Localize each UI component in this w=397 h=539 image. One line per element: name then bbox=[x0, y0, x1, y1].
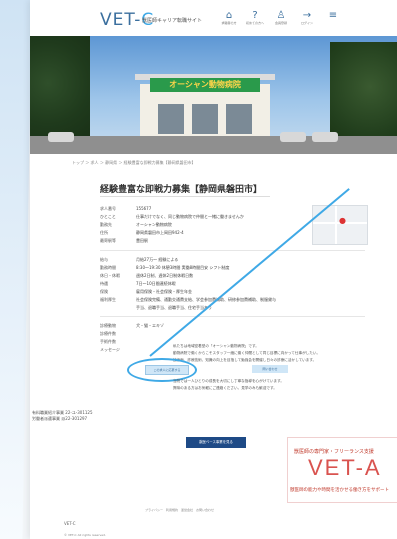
logo-text: VET- bbox=[100, 10, 142, 30]
info-row: 求人番号 155677 bbox=[100, 205, 244, 213]
logo-subtitle: 獣医師キャリア転職サイト bbox=[142, 18, 203, 24]
job-title: 経験豊富な即戦力募集【静岡県磐田市】 bbox=[100, 185, 263, 195]
nav-menu[interactable]: ≡ bbox=[324, 10, 342, 25]
nav-register[interactable]: ♙ 会員登録 bbox=[272, 10, 290, 25]
footer-copyright: © VET-C All rights reserved. bbox=[64, 533, 106, 537]
info-key: 最寄駅等 bbox=[100, 238, 116, 243]
header-nav: ⌂ 求職者の方 ? 初めての方へ ♙ 会員登録 → ログイン ≡ bbox=[220, 10, 342, 25]
help-icon: ? bbox=[252, 10, 258, 21]
info-key: 求人番号 bbox=[100, 206, 116, 211]
hero-window bbox=[158, 104, 184, 134]
nav-label: 会員登録 bbox=[274, 21, 287, 25]
divider bbox=[100, 196, 270, 197]
license-line: 労働者派遣事業 派22-301297 bbox=[32, 416, 88, 421]
info-value: 155677 bbox=[136, 206, 152, 211]
nav-login[interactable]: → ログイン bbox=[298, 10, 316, 25]
info-key: 診療件数 bbox=[100, 331, 116, 336]
job-message: 私たちは地域密着型の「オーシャン動物病院」です。 動物病院で働くからこそスタッフ… bbox=[173, 343, 369, 364]
message-line: 当院では一人ひとりの成長を大切にし丁寧な指導を心がけています。 bbox=[173, 379, 284, 383]
banner-caption: 獣医師の能力や時間を活かせる働き方をサポート bbox=[290, 488, 389, 493]
info-value: 雇用保険・社会保険・厚生年金 bbox=[136, 289, 192, 294]
info-key: 勤務時間 bbox=[100, 265, 116, 270]
nav-label: ログイン bbox=[300, 21, 313, 25]
nav-label: 求職者の方 bbox=[221, 21, 237, 25]
info-row: 給与 月給27万〜 経験による bbox=[100, 256, 276, 264]
info-row: 手術件数 bbox=[100, 338, 164, 346]
message-line: 動物病院で働くからこそスタッフ一緒に働く仲間として同じ目標に向かって仕事がしたい… bbox=[173, 351, 321, 355]
login-icon: → bbox=[302, 10, 312, 21]
hero-photo: オーシャン動物病院 bbox=[30, 36, 397, 154]
home-icon: ⌂ bbox=[225, 10, 233, 21]
info-key: 手術件数 bbox=[100, 339, 116, 344]
hero-parking-lot bbox=[30, 136, 397, 154]
info-value: 豊田駅 bbox=[136, 238, 148, 243]
info-key bbox=[100, 304, 136, 312]
message-line: 私たちは地域密着型の「オーシャン動物病院」です。 bbox=[173, 344, 259, 348]
vet-a-banner[interactable]: 獣医師の専門家・フリーランス支援 VET-A 獣医師の能力や時間を活かせる働き方… bbox=[287, 437, 397, 503]
user-icon: ♙ bbox=[276, 10, 286, 21]
hero-car bbox=[48, 132, 74, 142]
info-key: 給与 bbox=[100, 257, 108, 262]
nav-label: 初めての方へ bbox=[246, 21, 265, 25]
job-info-conditions: 給与 月給27万〜 経験による 勤務時間 8:30〜19:30 休憩3時間 実働8時… bbox=[100, 256, 276, 312]
info-row: 手当、退職手当、退職手当、住宅手当あり bbox=[100, 304, 276, 312]
info-row: 保険 雇用保険・社会保険・厚生年金 bbox=[100, 288, 276, 296]
info-value: 仕事だけでなく、同じ動物病院で仲間と一緒に働きませんか bbox=[136, 214, 244, 219]
info-key: ひとこと bbox=[100, 214, 116, 219]
breadcrumb[interactable]: トップ ＞ 求人 ＞ 静岡県 ＞ 経験豊富な即戦力募集【静岡県磐田市】 bbox=[72, 160, 196, 166]
info-value: オーシャン動物病院 bbox=[136, 222, 172, 227]
menu-icon: ≡ bbox=[328, 10, 338, 21]
info-row: 福利厚生 社会保険完備、通勤交通費支給、学会参加費補助、研修参加費補助、制服貸与 bbox=[100, 296, 276, 304]
info-value: 8:30〜19:30 休憩3時間 実働8時間目安 シフト制度 bbox=[136, 265, 230, 270]
divider bbox=[100, 316, 365, 317]
info-row: 勤務先 オーシャン動物病院 bbox=[100, 221, 244, 229]
info-row: 住所 静岡県磐田市上岡田942-4 bbox=[100, 229, 244, 237]
info-key: 住所 bbox=[100, 230, 108, 235]
hero-window bbox=[192, 104, 218, 134]
info-value: 週休2日制、週休2日制休暇日数 bbox=[136, 273, 194, 278]
apply-button[interactable]: この求人に応募する bbox=[145, 365, 189, 375]
info-value: 犬・猫・エキゾ bbox=[136, 323, 164, 328]
job-message-more: 当院では一人ひとりの成長を大切にし丁寧な指導を心がけています。 興味のある方はお… bbox=[173, 378, 369, 392]
info-key: 診療動物 bbox=[100, 323, 116, 328]
nav-first-time[interactable]: ? 初めての方へ bbox=[246, 10, 264, 25]
info-value: 静岡県磐田市上岡田942-4 bbox=[136, 230, 184, 235]
info-row: 最寄駅等 豊田駅 bbox=[100, 237, 244, 245]
info-value: 月給27万〜 経験による bbox=[136, 257, 179, 262]
nav-jobseeker[interactable]: ⌂ 求職者の方 bbox=[220, 10, 238, 25]
info-key: 待遇 bbox=[100, 281, 108, 286]
info-row: 診療件数 bbox=[100, 330, 164, 338]
info-key: 休日・休暇 bbox=[100, 273, 120, 278]
company-license: 有料職業紹介事業 22-ユ-301125 労働者派遣事業 派22-301297 bbox=[32, 410, 93, 422]
footer-links[interactable]: プライバシー 利用規約 運営会社 お問い合わせ bbox=[145, 508, 214, 512]
divider bbox=[100, 250, 365, 251]
info-value: 社会保険完備、通勤交通費支給、学会参加費補助、研修参加費補助、制服貸与 bbox=[136, 297, 276, 302]
hero-car bbox=[280, 132, 306, 142]
map-road bbox=[335, 206, 337, 244]
info-key: 勤務先 bbox=[100, 222, 112, 227]
footer-logo[interactable]: VET-C bbox=[64, 521, 76, 526]
info-key: メッセージ bbox=[100, 347, 120, 352]
job-info-basic: 求人番号 155677 ひとこと 仕事だけでなく、同じ動物病院で仲間と一緒に働きませ… bbox=[100, 205, 244, 245]
message-line: 興味のある方はお気軽にご連絡ください。見学のみも歓迎です。 bbox=[173, 386, 277, 390]
inquiry-button[interactable]: 問い合わせ bbox=[252, 365, 288, 373]
banner-tagline: 獣医師の専門家・フリーランス支援 bbox=[294, 449, 374, 455]
site-header: VET-C 獣医師キャリア転職サイト ⌂ 求職者の方 ? 初めての方へ ♙ 会員… bbox=[30, 0, 397, 36]
info-key: 福利厚生 bbox=[100, 297, 116, 302]
map-pin-icon: ● bbox=[339, 216, 346, 225]
info-row: ひとこと 仕事だけでなく、同じ動物病院で仲間と一緒に働きませんか bbox=[100, 213, 244, 221]
info-row: 待遇 7日〜10日間連続休暇 bbox=[100, 280, 276, 288]
hero-store-sign: オーシャン動物病院 bbox=[150, 78, 260, 92]
info-key: 保険 bbox=[100, 289, 108, 294]
cta-button[interactable]: 獣医ベース事業を見る bbox=[186, 437, 246, 448]
message-line: 技術面、診療技術、知識の向上を目指して勉強会を開催し日々の診療に活かしています。 bbox=[173, 358, 317, 362]
hero-car bbox=[312, 132, 338, 142]
banner-logo: VET-A bbox=[308, 455, 382, 480]
info-value: 7日〜10日間連続休暇 bbox=[136, 281, 176, 286]
hero-window bbox=[226, 104, 252, 134]
info-row: 診療動物 犬・猫・エキゾ bbox=[100, 322, 164, 330]
